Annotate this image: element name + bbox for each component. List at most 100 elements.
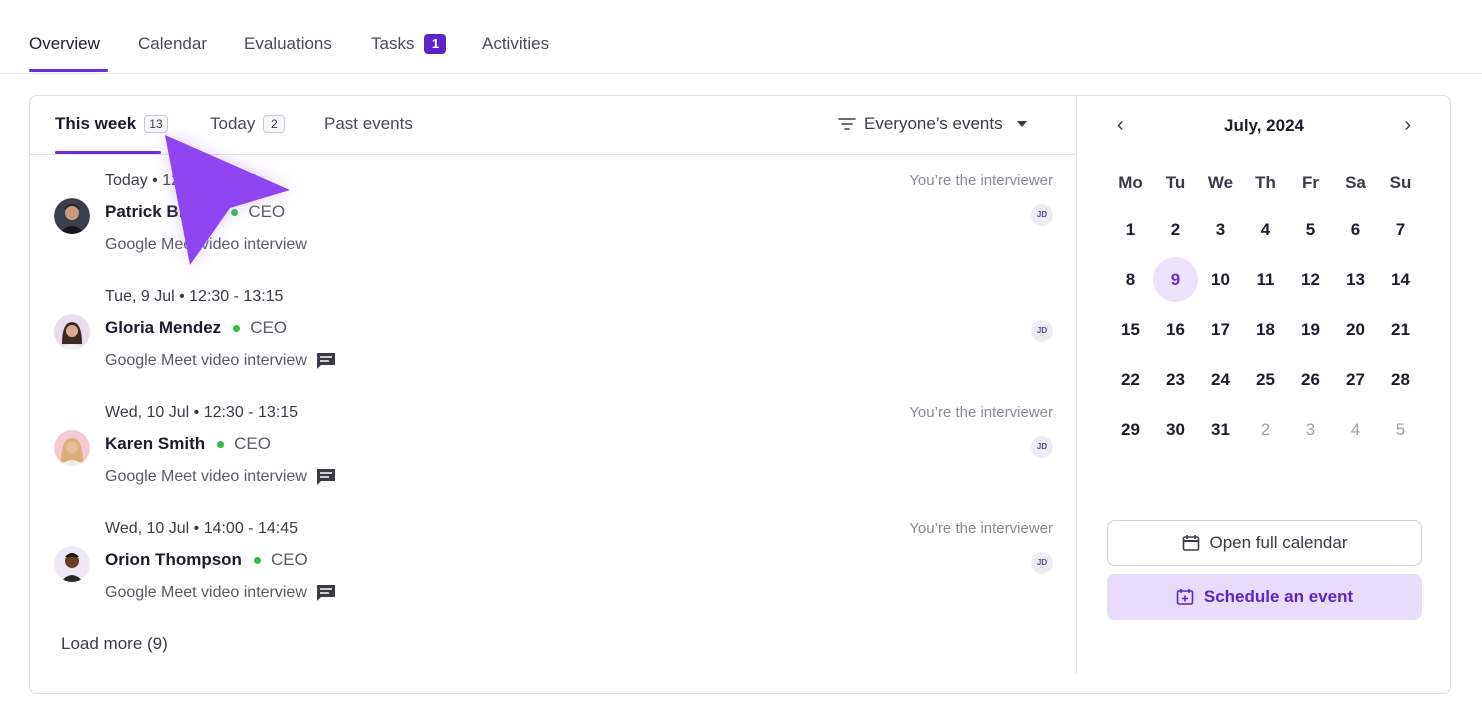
calendar-day[interactable]: 31: [1198, 407, 1243, 452]
tab-activities[interactable]: Activities: [482, 34, 549, 54]
calendar-week: 22 23 24 25 26 27 28: [1108, 357, 1423, 402]
online-status-dot: [217, 440, 225, 448]
event-candidate: Karen Smith CEO: [105, 434, 271, 454]
tab-calendar[interactable]: Calendar: [138, 34, 207, 54]
load-more-button[interactable]: Load more (9): [61, 634, 168, 654]
calendar-day[interactable]: 25: [1243, 357, 1288, 402]
calendar-day[interactable]: 14: [1378, 257, 1423, 302]
candidate-name[interactable]: Orion Thompson: [105, 550, 242, 570]
event-role-note: You’re the interviewer: [909, 172, 1053, 189]
open-full-calendar-button[interactable]: Open full calendar: [1107, 520, 1422, 566]
calendar-day[interactable]: 28: [1378, 357, 1423, 402]
event-item[interactable]: Wed, 10 Jul • 14:00 - 14:45 You’re the i…: [30, 520, 1077, 620]
calendar-day[interactable]: 7: [1378, 207, 1423, 252]
filter-label: Everyone’s events: [864, 114, 1003, 133]
calendar-day[interactable]: 3: [1198, 207, 1243, 252]
tab-overview[interactable]: Overview: [29, 34, 100, 54]
weekday-label: Mo: [1118, 173, 1143, 192]
calendar-day-next-month[interactable]: 5: [1378, 407, 1423, 452]
online-status-dot: [253, 556, 261, 564]
calendar-day[interactable]: 29: [1108, 407, 1153, 452]
weekday-label: We: [1207, 173, 1234, 192]
weekday-label: Th: [1255, 173, 1276, 192]
schedule-event-label: Schedule an event: [1203, 587, 1354, 606]
tab-tasks-label: Tasks: [371, 34, 415, 53]
open-full-calendar-label: Open full calendar: [1209, 533, 1348, 552]
tab-tasks[interactable]: Tasks 1: [371, 34, 447, 54]
calendar-day[interactable]: 5: [1288, 207, 1333, 252]
calendar-day-next-month[interactable]: 3: [1288, 407, 1333, 452]
comment-icon[interactable]: [316, 584, 336, 602]
avatar: [54, 546, 90, 582]
calendar-day[interactable]: 23: [1153, 357, 1198, 402]
top-tab-bar: Overview Calendar Evaluations Tasks 1 Act…: [0, 0, 1482, 74]
weekday-label: Fr: [1302, 173, 1319, 192]
calendar-day[interactable]: 16: [1153, 307, 1198, 352]
calendar-week: 29 30 31 2 3 4 5: [1108, 407, 1423, 452]
schedule-event-button[interactable]: Schedule an event: [1107, 574, 1422, 620]
calendar-day[interactable]: 2: [1153, 207, 1198, 252]
calendar-day[interactable]: 6: [1333, 207, 1378, 252]
calendar-add-icon: [1176, 589, 1194, 605]
calendar-day[interactable]: 10: [1198, 257, 1243, 302]
interviewer-avatar: JD: [1031, 436, 1053, 458]
calendar-day[interactable]: 4: [1243, 207, 1288, 252]
chevron-right-icon[interactable]: ›: [1404, 114, 1411, 137]
calendar-header: ‹ July, 2024 ›: [1077, 114, 1451, 138]
calendar-day[interactable]: 8: [1108, 257, 1153, 302]
calendar-day[interactable]: 22: [1108, 357, 1153, 402]
event-time: Tue, 9 Jul • 12:30 - 13:15: [105, 288, 284, 305]
online-status-dot: [233, 324, 241, 332]
event-candidate: Orion Thompson CEO: [105, 550, 308, 570]
event-time: Wed, 10 Jul • 12:30 - 13:15: [105, 404, 298, 421]
mini-calendar: ‹ July, 2024 › Mo Tu We Th Fr Sa Su 1 2 …: [1077, 96, 1451, 693]
event-role-note: You’re the interviewer: [909, 520, 1053, 537]
calendar-day[interactable]: 26: [1288, 357, 1333, 402]
meeting-type: Google Meet video interview: [105, 468, 307, 485]
weekday-header: Mo Tu We Th Fr Sa Su: [1108, 173, 1423, 193]
calendar-day[interactable]: 17: [1198, 307, 1243, 352]
tasks-count-badge: 1: [424, 34, 447, 54]
calendar-day[interactable]: 27: [1333, 357, 1378, 402]
calendar-week: 1 2 3 4 5 6 7: [1108, 207, 1423, 252]
event-meta: Google Meet video interview: [105, 468, 336, 486]
calendar-day[interactable]: 19: [1288, 307, 1333, 352]
meeting-type: Google Meet video interview: [105, 584, 307, 601]
comment-icon[interactable]: [316, 468, 336, 486]
event-time: Wed, 10 Jul • 14:00 - 14:45: [105, 520, 298, 537]
candidate-role: CEO: [250, 318, 288, 337]
calendar-day[interactable]: 12: [1288, 257, 1333, 302]
calendar-day[interactable]: 21: [1378, 307, 1423, 352]
active-subtab-indicator: [55, 151, 161, 154]
candidate-role: CEO: [270, 550, 308, 569]
weekday-label: Su: [1389, 173, 1412, 192]
calendar-day[interactable]: 20: [1333, 307, 1378, 352]
events-filter-dropdown[interactable]: Everyone’s events: [838, 114, 1027, 134]
avatar: [54, 314, 90, 350]
tab-evaluations[interactable]: Evaluations: [244, 34, 332, 54]
calendar-day[interactable]: 24: [1198, 357, 1243, 402]
calendar-day[interactable]: 13: [1333, 257, 1378, 302]
event-meta: Google Meet video interview: [105, 352, 336, 370]
cursor-pointer-icon: [165, 135, 290, 265]
candidate-name[interactable]: Gloria Mendez: [105, 318, 221, 338]
calendar-day[interactable]: 1: [1108, 207, 1153, 252]
calendar-day[interactable]: 30: [1153, 407, 1198, 452]
interviewer-avatar: JD: [1031, 552, 1053, 574]
calendar-day-next-month[interactable]: 2: [1243, 407, 1288, 452]
comment-icon[interactable]: [316, 352, 336, 370]
interviewer-avatar: JD: [1031, 204, 1053, 226]
avatar: [54, 198, 90, 234]
calendar-day[interactable]: 15: [1108, 307, 1153, 352]
candidate-name[interactable]: Karen Smith: [105, 434, 205, 454]
candidate-role: CEO: [234, 434, 271, 453]
event-role-note: You’re the interviewer: [909, 404, 1053, 421]
calendar-icon: [1182, 535, 1199, 551]
calendar-day-next-month[interactable]: 4: [1333, 407, 1378, 452]
calendar-day-selected[interactable]: 9: [1153, 257, 1198, 302]
calendar-day[interactable]: 18: [1243, 307, 1288, 352]
event-item[interactable]: Wed, 10 Jul • 12:30 - 13:15 You’re the i…: [30, 404, 1077, 504]
calendar-day[interactable]: 11: [1243, 257, 1288, 302]
event-item[interactable]: Tue, 9 Jul • 12:30 - 13:15 Gloria Mendez…: [30, 288, 1077, 388]
tab-past-events[interactable]: Past events: [324, 114, 413, 134]
